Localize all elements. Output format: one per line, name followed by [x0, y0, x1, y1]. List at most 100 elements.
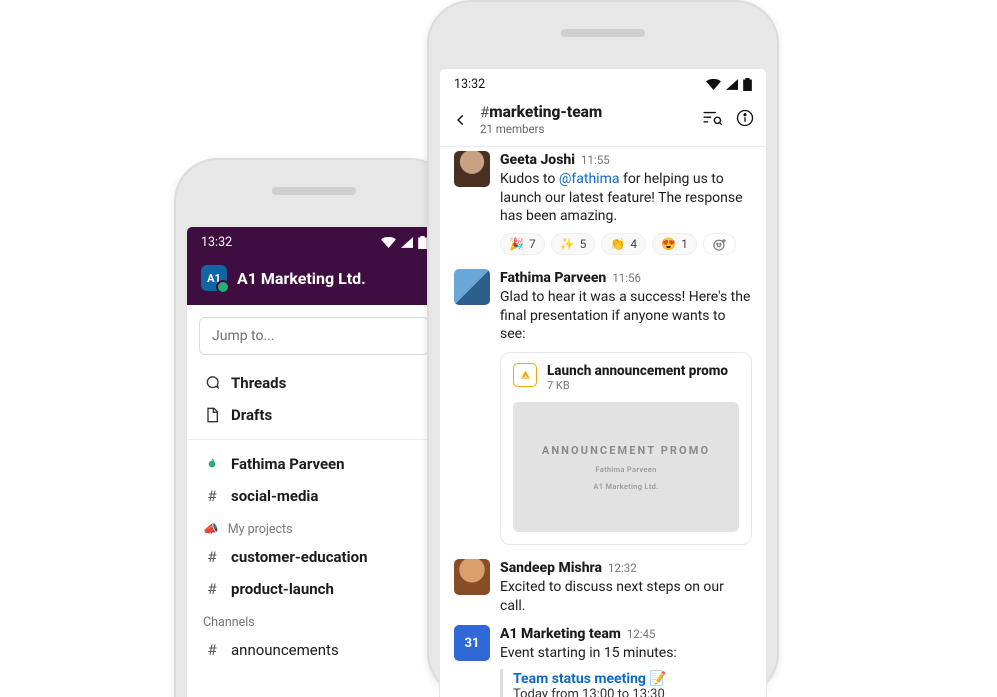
status-bar: 13:32	[187, 227, 441, 257]
channel-header: #marketing-team 21 members	[440, 99, 766, 147]
reaction[interactable]: 🎉7	[500, 233, 545, 255]
message-text-pre: Kudos to	[500, 171, 559, 187]
reaction[interactable]: ✨5	[551, 233, 596, 255]
status-bar: 13:32	[440, 69, 766, 99]
signal-icon	[726, 79, 738, 90]
signal-icon	[401, 237, 413, 248]
reaction-count: 7	[529, 237, 536, 251]
attachment-preview[interactable]: ANNOUNCEMENT PROMO Fathima Parveen A1 Ma…	[513, 402, 739, 532]
section-channels[interactable]: Channels	[187, 605, 441, 634]
workspace-badge: A1	[201, 265, 227, 291]
status-time: 13:32	[201, 235, 232, 250]
reaction-count: 1	[681, 237, 688, 251]
calendar-event-when: Today from 13:00 to 13:30	[513, 687, 752, 697]
workspace-name: A1 Marketing Ltd.	[237, 269, 366, 288]
channel-product-launch[interactable]: # product-launch	[187, 573, 441, 605]
channel-customer-education-label: customer-education	[231, 548, 367, 566]
reaction-emoji: ✨	[560, 237, 575, 251]
message-time: 12:45	[627, 627, 656, 642]
nav-threads[interactable]: Threads	[187, 367, 441, 399]
attachment-meta: 7 KB	[547, 379, 728, 392]
message-sandeep[interactable]: Sandeep Mishra 12:32 Excited to discuss …	[440, 551, 766, 617]
section-channels-label: Channels	[203, 615, 255, 630]
channel-title: #marketing-team	[480, 103, 692, 121]
channel-members: 21 members	[480, 122, 692, 136]
hash-icon: #	[203, 487, 221, 505]
calendar-event-title[interactable]: Team status meeting 📝	[513, 671, 752, 687]
message-geeta[interactable]: Geeta Joshi 11:55 Kudos to @fathima for …	[440, 143, 766, 228]
hash-icon: #	[480, 103, 489, 121]
message-text: Kudos to @fathima for helping us to laun…	[500, 170, 752, 226]
workspace-badge-text: A1	[207, 272, 221, 285]
message-author: A1 Marketing team	[500, 625, 621, 644]
status-icons	[706, 78, 752, 91]
reaction-emoji: 😍	[661, 237, 676, 251]
google-drive-icon	[513, 363, 537, 387]
calendar-event-title-text: Team status meeting	[513, 671, 646, 687]
message-time: 12:32	[608, 561, 637, 576]
dm-fathima-label: Fathima Parveen	[231, 455, 345, 473]
message-time: 11:56	[612, 271, 641, 286]
message-author: Geeta Joshi	[500, 151, 575, 170]
attachment-preview-heading: ANNOUNCEMENT PROMO	[542, 444, 710, 457]
channel-announcements-label: announcements	[231, 641, 339, 659]
add-reaction-button[interactable]	[703, 233, 736, 255]
reaction-count: 5	[580, 237, 587, 251]
message-author: Sandeep Mishra	[500, 559, 602, 578]
battery-icon	[418, 236, 427, 249]
megaphone-icon: 📣	[203, 522, 219, 537]
attachment-title: Launch announcement promo	[547, 363, 728, 379]
hash-icon: #	[203, 641, 221, 659]
reaction[interactable]: 👏4	[601, 233, 646, 255]
dm-fathima[interactable]: Fathima Parveen	[187, 448, 441, 480]
section-my-projects[interactable]: 📣 My projects	[187, 512, 441, 541]
wifi-icon	[706, 79, 721, 90]
jump-to-placeholder: Jump to...	[212, 328, 275, 344]
section-my-projects-label: My projects	[228, 522, 293, 537]
hash-icon: #	[203, 580, 221, 598]
phone-mockup-left: 13:32 A1 A1 Marketing Ltd. Jump to...	[174, 158, 454, 697]
channel-social-media[interactable]: # social-media	[187, 480, 441, 512]
calendar-day: 31	[465, 636, 480, 651]
avatar[interactable]	[454, 559, 490, 595]
message-calendar[interactable]: 31 A1 Marketing team 12:45 Event startin…	[440, 617, 766, 665]
channel-title-block[interactable]: #marketing-team 21 members	[480, 103, 692, 136]
hash-icon: #	[203, 548, 221, 566]
message-text: Excited to discuss next steps on our cal…	[500, 578, 752, 616]
message-time: 11:55	[581, 153, 610, 168]
channel-customer-education[interactable]: # customer-education	[187, 541, 441, 573]
reaction[interactable]: 😍1	[652, 233, 697, 255]
nav-drafts-label: Drafts	[231, 406, 272, 424]
channel-announcements[interactable]: # announcements	[187, 634, 441, 666]
nav-list: Threads Drafts Fathima Parveen #	[187, 361, 441, 666]
mention-fathima[interactable]: @fathima	[559, 171, 620, 187]
calendar-icon: 31	[454, 625, 490, 661]
avatar[interactable]	[454, 151, 490, 187]
workspace-header[interactable]: A1 A1 Marketing Ltd.	[187, 257, 441, 305]
attachment-preview-byline: Fathima Parveen	[595, 465, 656, 474]
filter-search-icon[interactable]	[702, 109, 722, 131]
message-feed[interactable]: Geeta Joshi 11:55 Kudos to @fathima for …	[440, 143, 766, 697]
status-icons	[381, 236, 427, 249]
calendar-event[interactable]: Team status meeting 📝 Today from 13:00 t…	[500, 669, 752, 697]
phone-mockup-right: 13:32 #marketing-team 21 members	[427, 0, 779, 697]
avatar[interactable]	[454, 269, 490, 305]
jump-to-input[interactable]: Jump to...	[199, 317, 429, 355]
battery-icon	[743, 78, 752, 91]
message-fathima[interactable]: Fathima Parveen 11:56 Glad to hear it wa…	[440, 261, 766, 346]
nav-separator	[187, 439, 441, 440]
channel-name: marketing-team	[489, 103, 602, 121]
phone-speaker	[272, 187, 356, 195]
nav-drafts[interactable]: Drafts	[187, 399, 441, 431]
channel-product-launch-label: product-launch	[231, 580, 334, 598]
memo-icon: 📝	[649, 671, 666, 687]
back-button[interactable]	[452, 113, 470, 127]
presence-active-icon	[203, 456, 221, 472]
info-icon[interactable]	[736, 109, 754, 131]
file-attachment[interactable]: Launch announcement promo 7 KB ANNOUNCEM…	[500, 352, 752, 545]
reaction-emoji: 👏	[610, 237, 625, 251]
attachment-preview-org: A1 Marketing Ltd.	[593, 482, 658, 491]
wifi-icon	[381, 237, 396, 248]
status-time: 13:32	[454, 77, 485, 92]
drafts-icon	[203, 407, 221, 423]
